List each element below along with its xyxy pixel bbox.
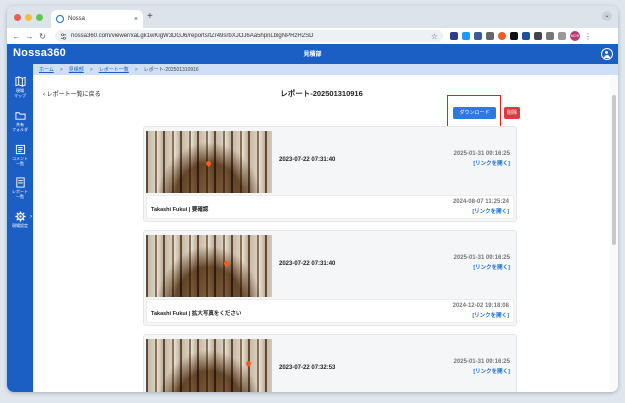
sidebar-item-label: 共有 フォルダ [12, 122, 28, 132]
comment-row: Takashi Fukui | 拡大写真をください 2024-12-02 19:… [146, 299, 514, 323]
sidebar-item-settings[interactable]: › 現場設定 [7, 211, 33, 228]
breadcrumb-separator: > [89, 66, 93, 73]
sidebar-item-label: 現場 マップ [14, 88, 26, 98]
browser-tab[interactable]: Nossa × [51, 10, 143, 28]
comment-text: Takashi Fukui | 要確認 [151, 207, 209, 213]
breadcrumb-site[interactable]: 見積部 [69, 66, 84, 73]
browser-toolbar: ← → ↻ nossa360.com/viewer/xaLgk1wKigW3DG… [7, 28, 618, 44]
header-title: 見積部 [303, 52, 322, 58]
delete-button[interactable]: 削除 [504, 107, 520, 119]
sidebar-item-comments[interactable]: コメント 一覧 [7, 144, 33, 166]
sidebar-item-label: レポート 一覧 [12, 189, 28, 199]
sidebar-item-map[interactable]: 現場 マップ [7, 76, 33, 98]
breadcrumb-current: レポート-202501310916 [143, 67, 199, 73]
gear-icon [14, 211, 26, 222]
extension-icon[interactable] [498, 32, 506, 40]
report-card: 2023-07-22 07:31:40 2025-01-31 09:16:25 … [143, 126, 517, 222]
chevron-right-icon: › [30, 214, 32, 220]
breadcrumb-separator: > [134, 66, 138, 73]
tab-search-button[interactable]: ⌄ [602, 11, 612, 21]
tab-close-icon[interactable]: × [134, 16, 138, 23]
report-card: 2023-07-22 07:31:40 2025-01-31 09:16:25 … [143, 230, 517, 326]
extension-icon[interactable] [510, 32, 518, 40]
extension-icon[interactable] [474, 32, 482, 40]
captured-time: 2023-07-22 07:31:40 [279, 157, 336, 163]
extension-icon[interactable] [450, 32, 458, 40]
comment-list-icon [15, 144, 25, 155]
bookmark-star-icon[interactable]: ☆ [431, 32, 438, 41]
folder-icon [14, 112, 26, 120]
report-card: 2023-07-22 07:32:53 2025-01-31 09:16:25 … [143, 334, 517, 392]
scrollbar[interactable] [610, 75, 618, 392]
map-icon [14, 76, 26, 87]
forward-icon[interactable]: → [23, 32, 36, 41]
panorama-thumbnail[interactable] [146, 131, 272, 193]
breadcrumb-separator: > [59, 66, 63, 73]
captured-time: 2023-07-22 07:31:40 [279, 261, 336, 267]
close-window-button[interactable] [14, 14, 21, 21]
breadcrumb-report-list[interactable]: レポート一覧 [99, 66, 129, 73]
profile-avatar[interactable]: NOS [570, 31, 580, 41]
app-header: Nossa360 見積部 [7, 44, 618, 64]
comment-open-link[interactable]: [リンクを開く] [453, 311, 509, 319]
extensions-row: NOS ⋮ [450, 31, 592, 41]
extension-icon[interactable] [522, 32, 530, 40]
map-pin-icon [244, 359, 253, 368]
new-tab-button[interactable]: + [147, 11, 153, 22]
open-link[interactable]: [リンクを開く] [454, 263, 510, 271]
url-text[interactable]: nossa360.com/viewer/xaLgk1wKigW3DGJ6/rep… [71, 33, 427, 39]
report-detail: ‹ レポート一覧に戻る レポート-202501310916 ダウンロード 削除 … [33, 75, 610, 392]
sidepanel-icon[interactable] [558, 32, 566, 40]
scrollbar-thumb[interactable] [612, 95, 616, 245]
open-link[interactable]: [リンクを開く] [454, 367, 510, 375]
tab-title: Nossa [68, 16, 86, 22]
comment-row: Takashi Fukui | 要確認 2024-08-07 11:25:24 … [146, 195, 514, 219]
comment-text: Takashi Fukui | 拡大写真をください [151, 311, 242, 317]
user-account-icon[interactable] [601, 48, 613, 60]
page-title: レポート-202501310916 [280, 89, 363, 98]
nossa-favicon-icon [56, 15, 64, 23]
site-info-icon[interactable] [60, 32, 67, 40]
sidebar-item-label: コメント 一覧 [12, 156, 28, 166]
extension-icon[interactable] [534, 32, 542, 40]
report-date: 2025-01-31 09:16:25 [453, 255, 510, 261]
map-pin-icon [204, 159, 213, 168]
extension-icon[interactable] [462, 32, 470, 40]
sidebar-item-label: 現場設定 [12, 223, 28, 228]
report-icon [15, 177, 25, 188]
reload-icon[interactable]: ↻ [36, 32, 49, 41]
sidebar-item-reports[interactable]: レポート 一覧 [7, 177, 33, 199]
comment-open-link[interactable]: [リンクを開く] [453, 207, 509, 215]
panorama-thumbnail[interactable] [146, 339, 272, 392]
extensions-puzzle-icon[interactable] [546, 32, 554, 40]
tab-strip: Nossa × + ⌄ [7, 6, 618, 28]
report-date: 2025-01-31 09:16:25 [453, 359, 510, 365]
maximize-window-button[interactable] [36, 14, 43, 21]
captured-time: 2023-07-22 07:32:53 [279, 365, 336, 371]
address-bar[interactable]: nossa360.com/viewer/xaLgk1wKigW3DGJ6/rep… [55, 30, 443, 42]
sidebar: 現場 マップ 共有 フォルダ コメント 一覧 レポート 一覧 › 現場設定 [7, 64, 33, 392]
map-pin-icon [222, 259, 231, 268]
browser-window: Nossa × + ⌄ ← → ↻ nossa360.com/viewer/xa… [7, 6, 618, 392]
panorama-thumbnail[interactable] [146, 235, 272, 297]
browser-menu-icon[interactable]: ⋮ [584, 32, 592, 41]
open-link[interactable]: [リンクを開く] [454, 159, 510, 167]
minimize-window-button[interactable] [25, 14, 32, 21]
breadcrumb: ホーム > 見積部 > レポート一覧 > レポート-202501310916 [33, 64, 618, 75]
comment-date: 2024-08-07 11:25:24 [452, 199, 509, 205]
back-icon[interactable]: ← [10, 32, 23, 41]
breadcrumb-home[interactable]: ホーム [39, 66, 54, 73]
comment-date: 2024-12-02 19:18:08 [452, 303, 509, 309]
extension-icon[interactable] [486, 32, 494, 40]
sidebar-item-shared-folder[interactable]: 共有 フォルダ [7, 110, 33, 132]
report-date: 2025-01-31 09:16:25 [453, 151, 510, 157]
